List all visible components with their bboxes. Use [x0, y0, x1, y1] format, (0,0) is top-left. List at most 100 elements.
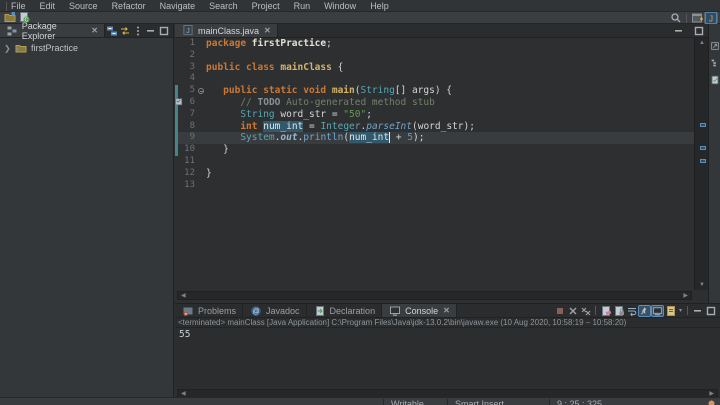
link-with-editor-icon[interactable]: [118, 25, 131, 37]
menu-run[interactable]: Run: [287, 0, 318, 12]
menu-window[interactable]: Window: [317, 0, 363, 12]
line-number[interactable]: 9: [178, 132, 197, 144]
fold-column[interactable]: [197, 132, 206, 144]
task-list-view-icon[interactable]: [708, 74, 720, 86]
fold-column[interactable]: [197, 156, 206, 168]
tab-javadoc[interactable]: @ Javadoc: [243, 304, 307, 317]
outline-view-icon[interactable]: [708, 57, 720, 69]
remove-all-terminated-icon[interactable]: [579, 305, 592, 317]
code-line-11[interactable]: 11: [175, 156, 694, 168]
scroll-left-icon[interactable]: ◀: [181, 390, 186, 397]
terminate-icon[interactable]: [553, 305, 566, 317]
menu-refactor[interactable]: Refactor: [105, 0, 153, 12]
code-line-9[interactable]: 9 System.out.println(num_int + 5);: [175, 132, 694, 145]
fold-column[interactable]: [197, 50, 206, 62]
fold-column[interactable]: [197, 168, 206, 180]
maximize-icon[interactable]: [704, 305, 717, 317]
code-line-8[interactable]: 8 int num_int = Integer.parseInt(word_st…: [175, 120, 694, 133]
pin-console-icon[interactable]: [638, 304, 651, 317]
tab-mainclass-java[interactable]: J mainClass.java ✕: [175, 24, 278, 37]
fold-column[interactable]: [197, 180, 206, 192]
maximize-icon[interactable]: [157, 25, 170, 37]
remove-launch-icon[interactable]: [566, 305, 579, 317]
scroll-lock-icon[interactable]: [612, 305, 625, 317]
fold-column[interactable]: [197, 85, 206, 97]
line-number[interactable]: 1: [178, 38, 197, 50]
menu-navigate[interactable]: Navigate: [153, 0, 203, 12]
dropdown-arrow-icon[interactable]: ▾: [677, 307, 684, 314]
fold-column[interactable]: [197, 62, 206, 74]
code-line-10[interactable]: 10 }: [175, 144, 694, 156]
code-line-12[interactable]: 12}: [175, 168, 694, 180]
line-number[interactable]: 2: [178, 50, 197, 62]
line-number[interactable]: 13: [178, 180, 197, 192]
tab-console[interactable]: Console ✕: [382, 304, 457, 317]
line-number[interactable]: 5: [178, 85, 197, 97]
menu-project[interactable]: Project: [245, 0, 287, 12]
clear-console-icon[interactable]: [599, 305, 612, 317]
fold-column[interactable]: [197, 38, 206, 50]
code-line-3[interactable]: 3 public class mainClass {: [175, 62, 694, 74]
line-number[interactable]: 3: [178, 62, 197, 74]
fold-column[interactable]: [197, 144, 206, 156]
java-perspective-icon[interactable]: J: [704, 12, 718, 24]
tab-problems[interactable]: Problems: [175, 304, 244, 317]
collapse-fold-icon[interactable]: [198, 87, 204, 94]
chevron-right-icon[interactable]: ❯: [4, 44, 11, 53]
close-icon[interactable]: ✕: [91, 26, 98, 35]
minimize-icon[interactable]: [672, 25, 686, 37]
scroll-down-icon[interactable]: ▼: [695, 280, 709, 290]
minimize-icon[interactable]: [144, 25, 157, 37]
line-number[interactable]: 10: [178, 144, 197, 156]
code-line-1[interactable]: 1 package firstPractice;: [175, 38, 694, 50]
menu-search[interactable]: Search: [202, 0, 245, 12]
line-number[interactable]: 11: [178, 156, 197, 168]
tab-declaration[interactable]: Declaration: [306, 304, 383, 317]
code-line-4[interactable]: 4: [175, 73, 694, 85]
menu-help[interactable]: Help: [363, 0, 396, 12]
line-number[interactable]: 8: [178, 121, 197, 133]
line-number[interactable]: 4: [178, 73, 197, 85]
dropdown-arrow-icon[interactable]: ▾: [34, 0, 37, 2]
code-line-7[interactable]: 7 String word_str = "50";: [175, 108, 694, 121]
open-console-icon[interactable]: [664, 305, 677, 317]
scroll-right-icon[interactable]: ▶: [709, 390, 714, 397]
dropdown-arrow-icon[interactable]: ▾: [17, 0, 20, 2]
word-wrap-icon[interactable]: [625, 305, 638, 317]
code-line-2[interactable]: 2: [175, 50, 694, 62]
dropdown-arrow-icon[interactable]: ▾: [51, 0, 54, 2]
console-output[interactable]: 55: [175, 328, 720, 388]
minimize-icon[interactable]: [691, 305, 704, 317]
maximize-icon[interactable]: [692, 25, 706, 37]
code-line-13[interactable]: 13: [175, 180, 694, 192]
display-selected-console-icon[interactable]: [651, 304, 664, 317]
menu-source[interactable]: Source: [62, 0, 105, 12]
fold-column[interactable]: [197, 109, 206, 121]
fold-column[interactable]: [197, 73, 206, 85]
collapse-all-icon[interactable]: [105, 25, 118, 37]
restore-views-icon[interactable]: [708, 40, 720, 52]
fold-column[interactable]: [175, 97, 206, 109]
tree-item-firstPractice[interactable]: ❯ firstPractice: [0, 41, 173, 55]
new-java-project-icon[interactable]: [3, 11, 17, 23]
fold-column[interactable]: [197, 121, 206, 133]
close-icon[interactable]: ✕: [264, 26, 271, 35]
tab-package-explorer[interactable]: Package Explorer ✕: [0, 21, 105, 41]
line-number[interactable]: 12: [178, 168, 197, 180]
occurrence-marker[interactable]: [700, 123, 706, 127]
search-icon[interactable]: [669, 12, 683, 24]
notification-icon[interactable]: [707, 399, 716, 405]
scroll-left-icon[interactable]: ◀: [181, 292, 186, 299]
open-perspective-icon[interactable]: [690, 12, 704, 24]
close-icon[interactable]: ✕: [443, 306, 450, 315]
code-line-6[interactable]: 6 // TODO Auto-generated method stub: [175, 96, 694, 109]
code-line-5[interactable]: 5 public static void main(String[] args)…: [175, 85, 694, 97]
code-editor[interactable]: 1 package firstPractice; 2 3 public class ma…: [175, 38, 694, 290]
editor-vertical-scrollbar[interactable]: ▲ ▼: [694, 38, 708, 290]
scroll-right-icon[interactable]: ▶: [683, 292, 688, 299]
editor-horizontal-scrollbar[interactable]: ◀ ▶: [177, 291, 692, 300]
occurrence-marker[interactable]: [700, 146, 706, 150]
line-number[interactable]: 7: [178, 109, 197, 121]
occurrence-marker[interactable]: [700, 159, 706, 163]
view-menu-icon[interactable]: [131, 25, 144, 37]
